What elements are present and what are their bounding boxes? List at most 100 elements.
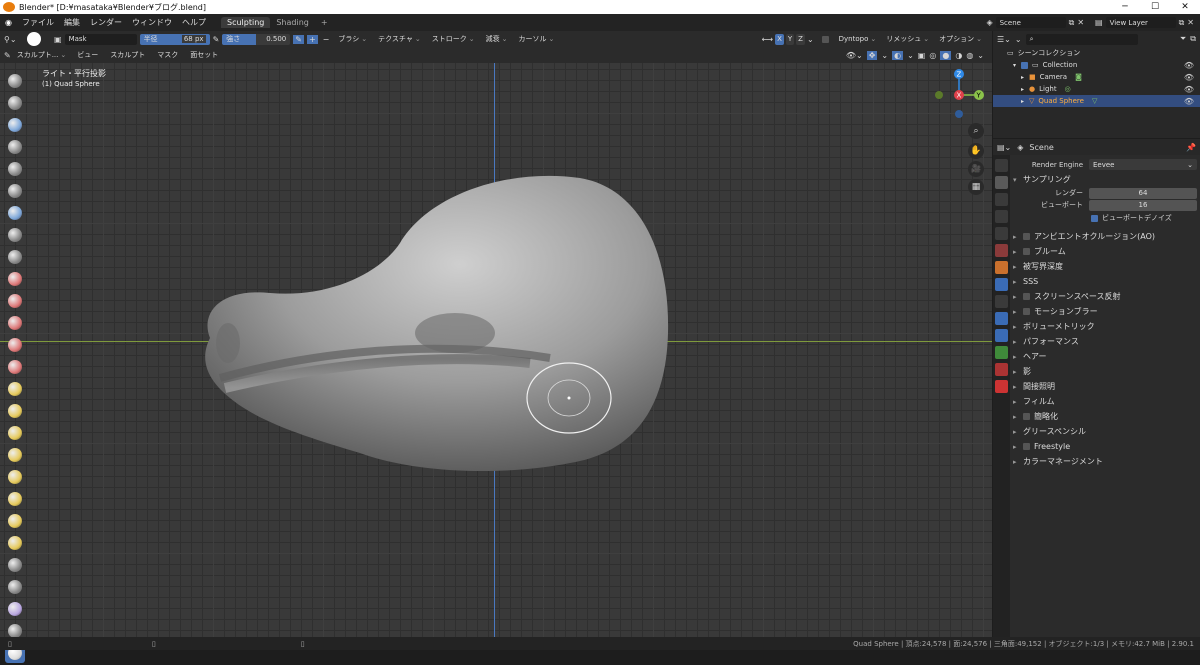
delete-view-layer-icon[interactable]: ✕ <box>1187 18 1194 27</box>
particles-tab-icon[interactable] <box>995 295 1008 308</box>
render-section-header[interactable]: ▸ Freestyle <box>1013 439 1197 454</box>
render-section-header[interactable]: ▸ フィルム <box>1013 394 1197 409</box>
world-tab-icon[interactable] <box>995 244 1008 257</box>
properties-editor-icon[interactable]: ▤⌄ <box>997 143 1011 152</box>
close-button[interactable]: ✕ <box>1170 2 1200 12</box>
pressure-radius-icon[interactable]: ✎ <box>213 35 220 44</box>
section-enable-checkbox[interactable] <box>1023 233 1030 240</box>
render-section-header[interactable]: ▸ スクリーンスペース反射 <box>1013 289 1197 304</box>
section-enable-checkbox[interactable] <box>1023 293 1030 300</box>
rotate-brush-icon[interactable] <box>5 533 25 553</box>
minimize-button[interactable]: ─ <box>1110 2 1140 12</box>
modifier-tab-icon[interactable] <box>995 278 1008 291</box>
dyntopo-menu[interactable]: Dyntopo <box>835 35 881 43</box>
tab-shading[interactable]: Shading <box>270 17 315 28</box>
pressure-strength-icon[interactable]: ✎ <box>293 34 304 44</box>
render-section-header[interactable]: ▸ カラーマネージメント <box>1013 454 1197 469</box>
fill-brush-icon[interactable] <box>5 313 25 333</box>
menu-mask[interactable]: マスク <box>152 50 183 60</box>
editor-type-icon[interactable]: ⚲⌄ <box>4 35 24 44</box>
mirror-z-toggle[interactable]: Z <box>796 33 805 45</box>
thumb-brush-icon[interactable] <box>5 467 25 487</box>
output-tab-icon[interactable] <box>995 193 1008 206</box>
section-enable-checkbox[interactable] <box>1023 413 1030 420</box>
constraints-tab-icon[interactable] <box>995 329 1008 342</box>
sampling-section-header[interactable]: ▾ サンプリング <box>1013 172 1197 187</box>
shading-dropdown[interactable]: ⌄ <box>977 51 984 60</box>
draw-brush-icon[interactable] <box>5 71 25 91</box>
texture-tab-icon[interactable] <box>995 380 1008 393</box>
pose-brush-icon[interactable] <box>5 489 25 509</box>
mask-add-button[interactable]: + <box>306 34 318 44</box>
overlay-icon[interactable]: ◐ <box>892 50 904 60</box>
mode-selector[interactable]: スカルプト... <box>13 50 71 60</box>
snake-hook-brush-icon[interactable] <box>5 445 25 465</box>
menu-help[interactable]: ヘルプ <box>177 17 211 28</box>
gizmo-icon[interactable]: ✥ <box>866 50 878 60</box>
shading-wireframe-icon[interactable]: ◎ <box>929 51 936 60</box>
render-section-header[interactable]: ▸ 間接照明 <box>1013 379 1197 394</box>
render-section-header[interactable]: ▸ グリースペンシル <box>1013 424 1197 439</box>
render-engine-select[interactable]: Eevee ⌄ <box>1089 159 1197 170</box>
section-enable-checkbox[interactable] <box>1023 443 1030 450</box>
view-layer-icon[interactable]: ▤ <box>1095 18 1103 27</box>
render-section-header[interactable]: ▸ 被写界深度 <box>1013 259 1197 274</box>
outliner-item-quad-sphere[interactable]: ▸ ▽ Quad Sphere ▽ 👁 <box>993 95 1200 107</box>
delete-scene-icon[interactable]: ✕ <box>1077 18 1084 27</box>
render-section-header[interactable]: ▸ 簡略化 <box>1013 409 1197 424</box>
view-layer-tab-icon[interactable] <box>995 210 1008 223</box>
strength-slider[interactable]: 強さ 0.500 <box>222 33 291 45</box>
shading-solid-icon[interactable]: ● <box>940 50 952 60</box>
dyntopo-checkbox[interactable] <box>821 35 829 43</box>
collection-checkbox[interactable] <box>1021 61 1028 69</box>
section-enable-checkbox[interactable] <box>1023 248 1030 255</box>
menu-render[interactable]: レンダー <box>85 17 127 28</box>
menu-view[interactable]: ビュー <box>72 50 103 60</box>
brush-menu[interactable]: ブラシ <box>334 34 371 44</box>
scene-icon[interactable]: ◈ <box>986 18 992 27</box>
outliner-editor-icon[interactable]: ☰⌄ <box>997 35 1011 44</box>
cursor-menu[interactable]: カーソル <box>514 34 558 44</box>
tool-tab-icon[interactable] <box>995 159 1008 172</box>
new-view-layer-icon[interactable]: ⧉ <box>1179 18 1185 28</box>
crease-brush-icon[interactable] <box>5 247 25 267</box>
render-section-header[interactable]: ▸ SSS <box>1013 274 1197 289</box>
expand-arrow-icon[interactable]: ▸ <box>1021 74 1029 81</box>
blender-menu-icon[interactable]: ◉ <box>0 18 17 27</box>
section-enable-checkbox[interactable] <box>1023 308 1030 315</box>
outliner-new-collection-icon[interactable]: ⧉ <box>1190 34 1196 44</box>
smooth-brush-icon[interactable] <box>5 269 25 289</box>
menu-window[interactable]: ウィンドウ <box>127 17 177 28</box>
new-scene-icon[interactable]: ⧉ <box>1069 18 1075 28</box>
camera-data-icon[interactable]: ◙ <box>1075 73 1082 81</box>
expand-arrow-icon[interactable]: ▾ <box>1013 62 1021 69</box>
radius-slider[interactable]: 半径 68 px <box>139 33 210 45</box>
outliner-item-camera[interactable]: ▸ ■ Camera ◙ 👁 <box>993 71 1200 83</box>
render-section-header[interactable]: ▸ パフォーマンス <box>1013 334 1197 349</box>
boundary-brush-icon[interactable] <box>5 577 25 597</box>
menu-edit[interactable]: 編集 <box>59 17 85 28</box>
flatten-brush-icon[interactable] <box>5 291 25 311</box>
overlay-dropdown[interactable]: ⌄ <box>907 51 914 60</box>
3d-viewport[interactable]: ライト・平行投影 (1) Quad Sphere Z Y X ⌕ ✋ 🎥 ▦ <box>0 63 992 637</box>
render-section-header[interactable]: ▸ 影 <box>1013 364 1197 379</box>
draw-sharp-brush-icon[interactable] <box>5 93 25 113</box>
falloff-menu[interactable]: 減衰 <box>482 34 512 44</box>
clay-brush-icon[interactable] <box>5 115 25 135</box>
render-section-header[interactable]: ▸ アンビエントオクルージョン(AO) <box>1013 229 1197 244</box>
render-section-header[interactable]: ▸ ボリューメトリック <box>1013 319 1197 334</box>
symmetry-dropdown[interactable]: ⌄ <box>807 35 814 44</box>
pin-icon[interactable]: 📌 <box>1186 143 1196 152</box>
clay-strips-brush-icon[interactable] <box>5 137 25 157</box>
outliner-collection-row[interactable]: ▾ ▭ Collection 👁 <box>993 59 1200 71</box>
navigation-gizmo[interactable]: Z Y X <box>930 67 988 127</box>
expand-arrow-icon[interactable]: ▸ <box>1021 98 1029 105</box>
ortho-grid-icon[interactable]: ▦ <box>968 179 984 195</box>
clay-thumb-brush-icon[interactable] <box>5 159 25 179</box>
multiplane-scrape-brush-icon[interactable] <box>5 357 25 377</box>
physics-tab-icon[interactable] <box>995 312 1008 325</box>
tab-sculpting[interactable]: Sculpting <box>220 17 271 28</box>
data-tab-icon[interactable] <box>995 346 1008 359</box>
eye-icon[interactable]: 👁 <box>1184 97 1194 106</box>
outliner-filter-mode-icon[interactable]: ⌄ <box>1015 35 1022 44</box>
